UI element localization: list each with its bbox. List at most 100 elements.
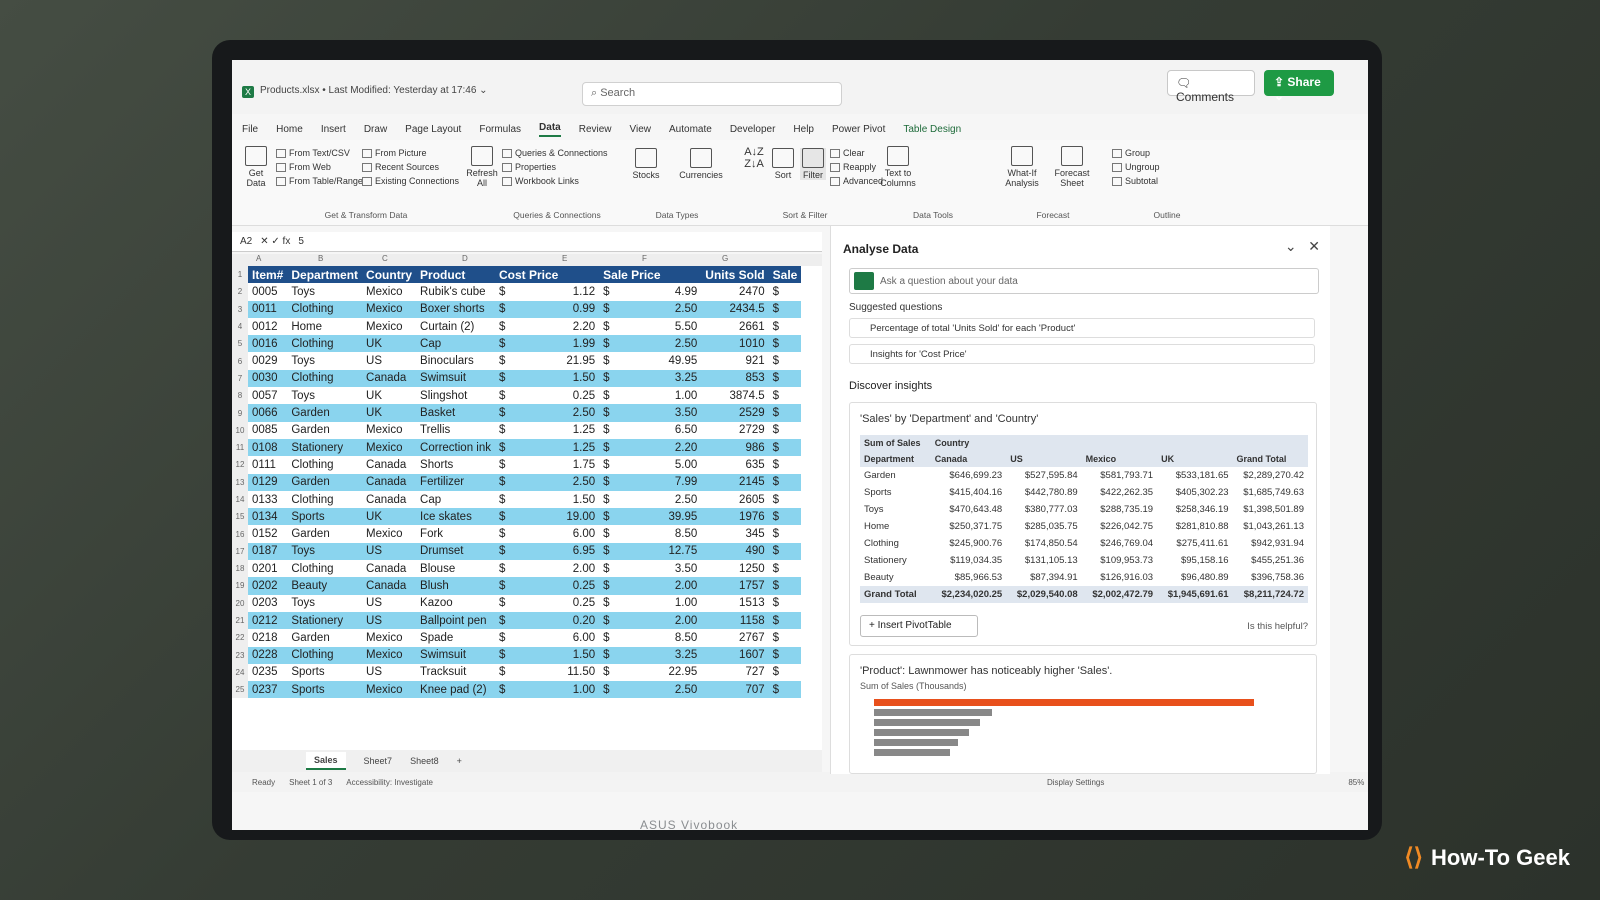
table-cell[interactable]: $ [768,525,802,543]
table-cell[interactable]: 7.99 [664,473,702,491]
table-cell[interactable]: Sports [287,508,363,526]
table-cell[interactable]: $ [768,317,802,336]
table-cell[interactable]: Toys [287,542,363,561]
table-cell[interactable]: 0201 [248,560,288,578]
accessibility-status[interactable]: Accessibility: Investigate [346,778,433,787]
table-cell[interactable]: 5.50 [664,317,702,336]
table-cell[interactable]: Canada [362,369,417,388]
queries-item-1[interactable]: Properties [502,160,608,174]
column-letter-C[interactable]: C [382,254,388,263]
menu-table-design[interactable]: Table Design [903,124,961,135]
table-cell[interactable]: 490 [701,542,769,561]
table-cell[interactable]: 8.50 [664,525,702,543]
table-cell[interactable]: 11.50 [562,663,600,682]
table-cell[interactable]: $ [599,421,665,439]
table-cell[interactable]: Garden [287,421,363,439]
table-cell[interactable]: 0085 [248,421,288,439]
table-cell[interactable]: 0133 [248,490,288,509]
table-cell[interactable]: $ [768,404,802,422]
table-cell[interactable]: Knee pad (2) [416,681,495,699]
suggestion-1[interactable]: Percentage of total 'Units Sold' for eac… [849,318,1315,338]
table-cell[interactable]: $ [495,508,563,526]
table-cell[interactable]: 1.50 [562,490,600,509]
table-cell[interactable]: $ [768,594,802,612]
table-cell[interactable]: US [362,611,417,630]
table-cell[interactable]: 1.12 [562,283,600,301]
table-cell[interactable]: 986 [701,438,769,457]
get-transform-item-2[interactable]: From Table/Range [276,174,363,188]
table-cell[interactable]: Correction ink [416,438,495,457]
header-sale[interactable]: Sale [768,266,802,284]
table-cell[interactable]: $ [495,646,563,664]
table-cell[interactable]: 3.25 [664,646,702,664]
file-title[interactable]: Products.xlsx • Last Modified: Yesterday… [260,85,488,96]
table-cell[interactable]: Garden [287,404,363,422]
table-cell[interactable]: Swimsuit [416,646,495,664]
row-number[interactable]: 19 [232,577,248,595]
table-cell[interactable]: 853 [701,369,769,388]
table-cell[interactable]: 1158 [701,611,769,630]
table-cell[interactable]: $ [495,300,563,318]
table-cell[interactable]: Fertilizer [416,473,495,491]
table-cell[interactable]: 1607 [701,646,769,664]
table-cell[interactable]: 2.50 [664,300,702,318]
table-cell[interactable]: 0218 [248,629,288,647]
table-cell[interactable]: $ [599,508,665,526]
outline-item-2[interactable]: Subtotal [1112,174,1160,188]
table-cell[interactable]: 0005 [248,283,288,301]
table-cell[interactable]: 1.00 [664,594,702,612]
table-cell[interactable]: $ [768,300,802,318]
table-cell[interactable]: $ [495,317,563,336]
table-cell[interactable]: UK [362,387,417,405]
table-cell[interactable]: Toys [287,283,363,301]
table-cell[interactable]: 2.50 [664,335,702,353]
table-cell[interactable]: Clothing [287,560,363,578]
table-cell[interactable]: 2.00 [562,560,600,578]
table-cell[interactable]: 2.00 [664,611,702,630]
currencies-button[interactable]: Currencies [676,148,726,180]
table-cell[interactable]: $ [495,335,563,353]
table-cell[interactable]: $ [495,352,563,370]
row-number[interactable]: 16 [232,525,248,543]
table-cell[interactable]: 3.25 [664,369,702,388]
name-box[interactable]: A2 [240,236,252,247]
menu-developer[interactable]: Developer [730,124,776,135]
table-cell[interactable]: Stationery [287,438,363,457]
table-cell[interactable]: 0057 [248,387,288,405]
table-cell[interactable]: 2145 [701,473,769,491]
table-cell[interactable]: $ [495,404,563,422]
table-cell[interactable]: 1.00 [562,681,600,699]
table-cell[interactable]: Ice skates [416,508,495,526]
table-cell[interactable]: 0.25 [562,577,600,595]
table-cell[interactable]: $ [599,542,665,561]
table-cell[interactable]: 2.50 [562,473,600,491]
table-cell[interactable]: 2529 [701,404,769,422]
table-cell[interactable]: 2470 [701,283,769,301]
table-cell[interactable]: 0030 [248,369,288,388]
sort-az-button[interactable]: A↓Z Z↓A [740,146,768,170]
table-cell[interactable]: 0029 [248,352,288,370]
table-cell[interactable]: $ [495,542,563,561]
table-cell[interactable]: $ [768,387,802,405]
table-cell[interactable]: 2.20 [664,438,702,457]
menu-draw[interactable]: Draw [364,124,387,135]
formula-input[interactable]: 5 [298,236,304,247]
table-cell[interactable]: 1250 [701,560,769,578]
table-cell[interactable]: $ [599,525,665,543]
table-cell[interactable]: 2767 [701,629,769,647]
column-letter-F[interactable]: F [642,254,647,263]
table-cell[interactable]: Rubik's cube [416,283,495,301]
menu-help[interactable]: Help [793,124,814,135]
table-cell[interactable]: Clothing [287,369,363,388]
table-cell[interactable]: $ [599,646,665,664]
table-cell[interactable]: $ [599,629,665,647]
share-button[interactable]: ⇪ Share ⌄ [1264,70,1334,103]
table-cell[interactable]: 1.00 [664,387,702,405]
queries-item-0[interactable]: Queries & Connections [502,146,608,160]
table-cell[interactable]: $ [768,560,802,578]
table-cell[interactable]: $ [495,629,563,647]
row-number[interactable]: 13 [232,473,248,491]
table-cell[interactable]: Mexico [362,438,417,457]
table-cell[interactable]: $ [495,283,563,301]
table-cell[interactable]: $ [495,611,563,630]
